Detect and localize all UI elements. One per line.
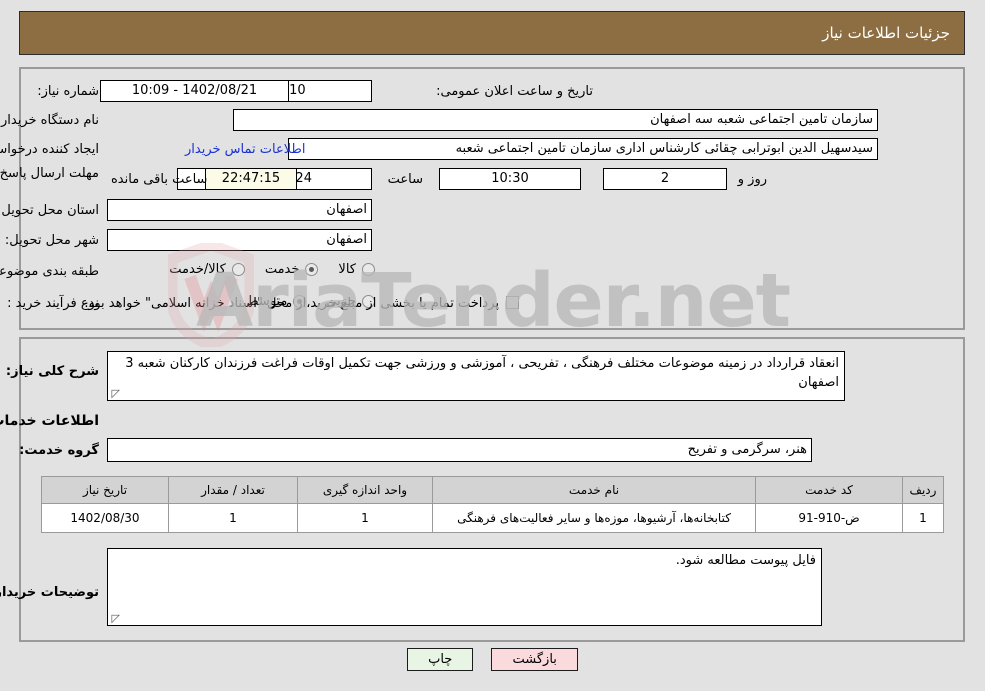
- announce-datetime-label: تاریخ و ساعت اعلان عمومی:: [436, 84, 593, 99]
- resize-grip-icon[interactable]: ◸: [110, 388, 120, 399]
- buyer-notes-value: فایل پیوست مطالعه شود.: [675, 553, 816, 568]
- page-title: جزئیات اطلاعات نیاز: [822, 24, 950, 42]
- province-value: اصفهان: [107, 199, 372, 221]
- cell-date: 1402/08/30: [41, 503, 169, 533]
- remaining-days-label: روز و: [737, 172, 767, 187]
- col-row: ردیف: [902, 476, 944, 504]
- treasury-checkbox[interactable]: [506, 296, 519, 309]
- deadline-hour-value: 10:30: [439, 168, 581, 190]
- services-heading: اطلاعات خدمات مورد نیاز: [0, 413, 99, 429]
- general-desc-value: انعقاد قرارداد در زمینه موضوعات مختلف فر…: [125, 356, 839, 390]
- buyer-org-label: نام دستگاه خریدار:: [0, 113, 99, 128]
- creator-label: ایجاد کننده درخواست:: [0, 142, 99, 157]
- category-radio-label-0: کالا: [338, 262, 356, 277]
- deadline-label: مهلت ارسال پاسخ: تا تاریخ:: [0, 166, 99, 181]
- action-button-row: بازگشت چاپ: [0, 648, 985, 671]
- general-desc-label: شرح کلی نیاز:: [5, 364, 99, 379]
- need-number-label: شماره نیاز:: [37, 84, 99, 99]
- buyer-contact-link[interactable]: اطلاعات تماس خریدار: [185, 142, 305, 157]
- category-radio-label-1: خدمت: [264, 262, 300, 277]
- remaining-time-label: ساعت باقی مانده: [111, 172, 208, 187]
- services-table: ردیف کد خدمت نام خدمت واحد اندازه گیری ت…: [41, 476, 944, 533]
- cell-unit: 1: [297, 503, 433, 533]
- page-header-bar: جزئیات اطلاعات نیاز: [19, 11, 965, 55]
- category-radio-group: کالا خدمت کالا/خدمت: [155, 262, 375, 277]
- cell-name: کتابخانه‌ها، آرشیوها، موزه‌ها و سایر فعا…: [432, 503, 756, 533]
- buyer-notes-label: توضیحات خریدار:: [0, 585, 99, 600]
- service-group-value: هنر، سرگرمی و تفریح: [107, 438, 812, 462]
- city-value: اصفهان: [107, 229, 372, 251]
- cell-row: 1: [902, 503, 944, 533]
- col-unit: واحد اندازه گیری: [297, 476, 433, 504]
- col-code: کد خدمت: [755, 476, 903, 504]
- category-radio-1[interactable]: [305, 263, 319, 276]
- remaining-days-value: 2: [603, 168, 727, 190]
- creator-value: سیدسهیل الدین ابوترابی چقائی کارشناس ادا…: [288, 138, 878, 160]
- service-group-label: گروه خدمت:: [19, 443, 99, 458]
- category-radio-label-2: کالا/خدمت: [169, 262, 226, 277]
- general-desc-textarea[interactable]: انعقاد قرارداد در زمینه موضوعات مختلف فر…: [107, 351, 845, 401]
- table-row[interactable]: 1 ض-910-91 کتابخانه‌ها، آرشیوها، موزه‌ها…: [41, 503, 944, 533]
- back-button[interactable]: بازگشت: [491, 648, 578, 671]
- city-label: شهر محل تحویل:: [4, 233, 99, 248]
- table-header-row: ردیف کد خدمت نام خدمت واحد اندازه گیری ت…: [41, 476, 944, 504]
- deadline-hour-label: ساعت: [387, 172, 423, 187]
- buyer-org-value: سازمان تامین اجتماعی شعبه سه اصفهان: [233, 109, 878, 131]
- remaining-time-value: 22:47:15: [205, 168, 297, 190]
- announce-datetime-value: 1402/08/21 - 10:09: [100, 80, 289, 102]
- buyer-notes-textarea[interactable]: فایل پیوست مطالعه شود. ◸: [107, 548, 822, 626]
- category-label: طبقه بندی موضوعی:: [0, 264, 99, 279]
- treasury-text: پرداخت تمام یا بخشی از مبلغ خرید،از محل …: [84, 296, 499, 311]
- print-button[interactable]: چاپ: [407, 648, 474, 671]
- cell-code: ض-910-91: [755, 503, 903, 533]
- col-date: تاریخ نیاز: [41, 476, 169, 504]
- cell-qty: 1: [168, 503, 298, 533]
- category-radio-0[interactable]: [362, 263, 375, 276]
- col-qty: تعداد / مقدار: [168, 476, 298, 504]
- resize-grip-icon-2[interactable]: ◸: [110, 613, 120, 624]
- col-name: نام خدمت: [432, 476, 756, 504]
- category-radio-2[interactable]: [231, 263, 245, 276]
- province-label: استان محل تحویل:: [0, 203, 99, 218]
